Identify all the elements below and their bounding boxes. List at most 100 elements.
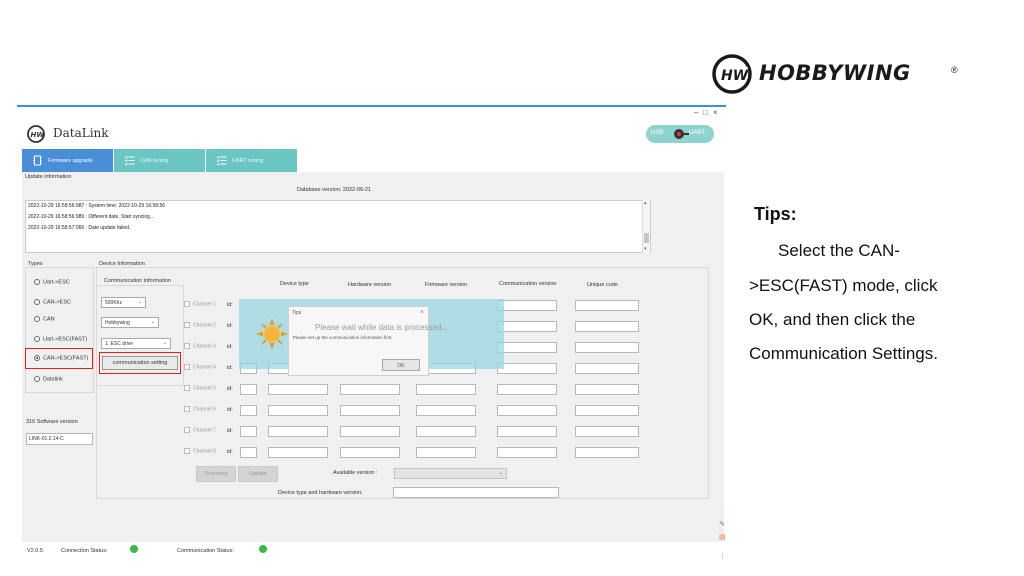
update-log[interactable]: 2022-10-29 16:58:56:987 : System time: 2… [25,200,651,253]
device-hw-version-field[interactable] [393,487,559,498]
svg-text:HW: HW [31,131,45,139]
hardware-version-field[interactable] [340,384,400,395]
radio-button[interactable] [34,336,40,342]
communication-version-field[interactable] [497,447,557,458]
tab-uart-tuning[interactable]: UART tuning [206,149,297,172]
firmware-upgrade-panel: Update information Database version: 202… [22,172,724,542]
radio-button[interactable] [34,279,40,285]
radio-uart-esc[interactable]: Uart->ESC [34,279,70,285]
scanning-button[interactable]: Scanning [196,466,236,482]
communication-status-label: Communication Status: [177,548,234,554]
chevron-down-icon: ⌄ [137,299,142,305]
tab-can-tuning[interactable]: CAN tuning [114,149,205,172]
minimize-button[interactable]: – [694,108,698,117]
channel-7-checkbox[interactable]: Channel 7 [184,427,216,433]
hobbywing-hw-logo-icon: HW [712,54,752,94]
id-field[interactable] [240,384,257,395]
edit-icon[interactable]: ✎ [719,520,725,528]
radio-datalink[interactable]: Datalink [34,376,63,382]
uart-label: UART [689,130,706,136]
unique-code-field[interactable] [575,384,639,395]
channel-6-checkbox[interactable]: Channel 6 [184,406,216,412]
maximize-button[interactable]: □ [703,108,708,117]
connection-mode-toggle[interactable]: USB UART [646,125,714,143]
brand-select[interactable]: Hobbywing ⌄ [101,317,159,328]
id-field[interactable] [240,426,257,437]
datalink-app-window: HW DataLink USB UART Firmware upgrade CA… [20,118,730,568]
close-window-button[interactable]: × [713,108,718,117]
drive-select[interactable]: 1. ESC drive ⌄ [101,338,171,349]
database-version: Database version: 2022-06-21 [297,187,371,193]
tab-firmware-upgrade[interactable]: Firmware upgrade [22,149,113,172]
close-icon[interactable]: × [420,309,424,316]
radio-can-esc[interactable]: CAN->ESC [34,299,71,305]
channel-4-checkbox[interactable]: Channel 4 [184,364,216,370]
unique-code-field[interactable] [575,342,639,353]
note-icon[interactable]: ▤ [719,533,726,541]
id-field[interactable] [240,405,257,416]
comm-info-label: Communication information [104,278,171,284]
device-type-field[interactable] [268,447,328,458]
hardware-version-field[interactable] [340,405,400,416]
firmware-version-field[interactable] [416,405,476,416]
hardware-version-field[interactable] [340,426,400,437]
communication-version-field[interactable] [497,426,557,437]
communication-version-field[interactable] [497,321,557,332]
hardware-version-field[interactable] [340,447,400,458]
device-type-field[interactable] [268,426,328,437]
communication-version-field[interactable] [497,300,557,311]
radio-button[interactable] [34,316,40,322]
radio-uart-esc-fast[interactable]: Uart->ESC(FAST) [34,336,87,342]
channel-5-checkbox[interactable]: Channel 5 [184,385,216,391]
communication-version-field[interactable] [497,405,557,416]
firmware-version-field[interactable] [416,447,476,458]
tips-line: Communication Settings. [749,344,938,363]
dialog-ok-button[interactable]: OK [382,359,420,371]
unique-code-field[interactable] [575,405,639,416]
types-group [25,267,94,393]
channel-3-checkbox[interactable]: Channel 3 [184,343,216,349]
chevron-down-icon: ⌄ [150,319,155,325]
list-icon [124,155,135,166]
log-scrollbar[interactable]: ▴ ▾ [642,200,650,253]
software-version-field[interactable]: LINK-01.2.14-C [26,433,93,445]
scroll-thumb[interactable] [644,233,649,243]
id-field[interactable] [240,447,257,458]
available-version-select[interactable]: ⌄ [394,468,507,479]
communication-version-field[interactable] [497,363,557,374]
brand-registered-mark: ® [951,65,958,75]
radio-button[interactable] [34,299,40,305]
tips-line: OK, and then click the [749,310,916,329]
unique-code-field[interactable] [575,426,639,437]
channel-1-checkbox[interactable]: Channel 1 [184,301,216,307]
toggle-indicator [677,132,681,136]
communication-version-field[interactable] [497,342,557,353]
scroll-down-icon[interactable]: ▾ [644,246,647,252]
firmware-version-field[interactable] [416,384,476,395]
baud-rate-select[interactable]: 500Khz ⌄ [101,297,146,308]
usb-label: USB [651,130,664,136]
device-type-field[interactable] [268,384,328,395]
dialog-sub-message: Please set up the communication informat… [293,335,393,340]
dialog-message: Please wait while data is processed... [315,323,448,332]
tips-line: Select the CAN- [778,241,900,260]
scroll-up-icon[interactable]: ▴ [644,200,647,206]
unique-code-field[interactable] [575,300,639,311]
highlight-communication-setting [99,352,181,374]
update-button[interactable]: Update [238,466,278,482]
id-label: id: [227,407,233,413]
col-firmware-version: Firmware version [425,282,468,288]
id-label: id: [227,302,233,308]
unique-code-field[interactable] [575,363,639,374]
unique-code-field[interactable] [575,321,639,332]
radio-button[interactable] [34,376,40,382]
app-version: V2.0.5 [27,548,43,554]
channel-8-checkbox[interactable]: Channel 8 [184,448,216,454]
unique-code-field[interactable] [575,447,639,458]
device-type-field[interactable] [268,405,328,416]
firmware-version-field[interactable] [416,426,476,437]
radio-can[interactable]: CAN [34,316,55,322]
communication-version-field[interactable] [497,384,557,395]
channel-2-checkbox[interactable]: Channel 2 [184,322,216,328]
app-title: DataLink [53,126,109,140]
